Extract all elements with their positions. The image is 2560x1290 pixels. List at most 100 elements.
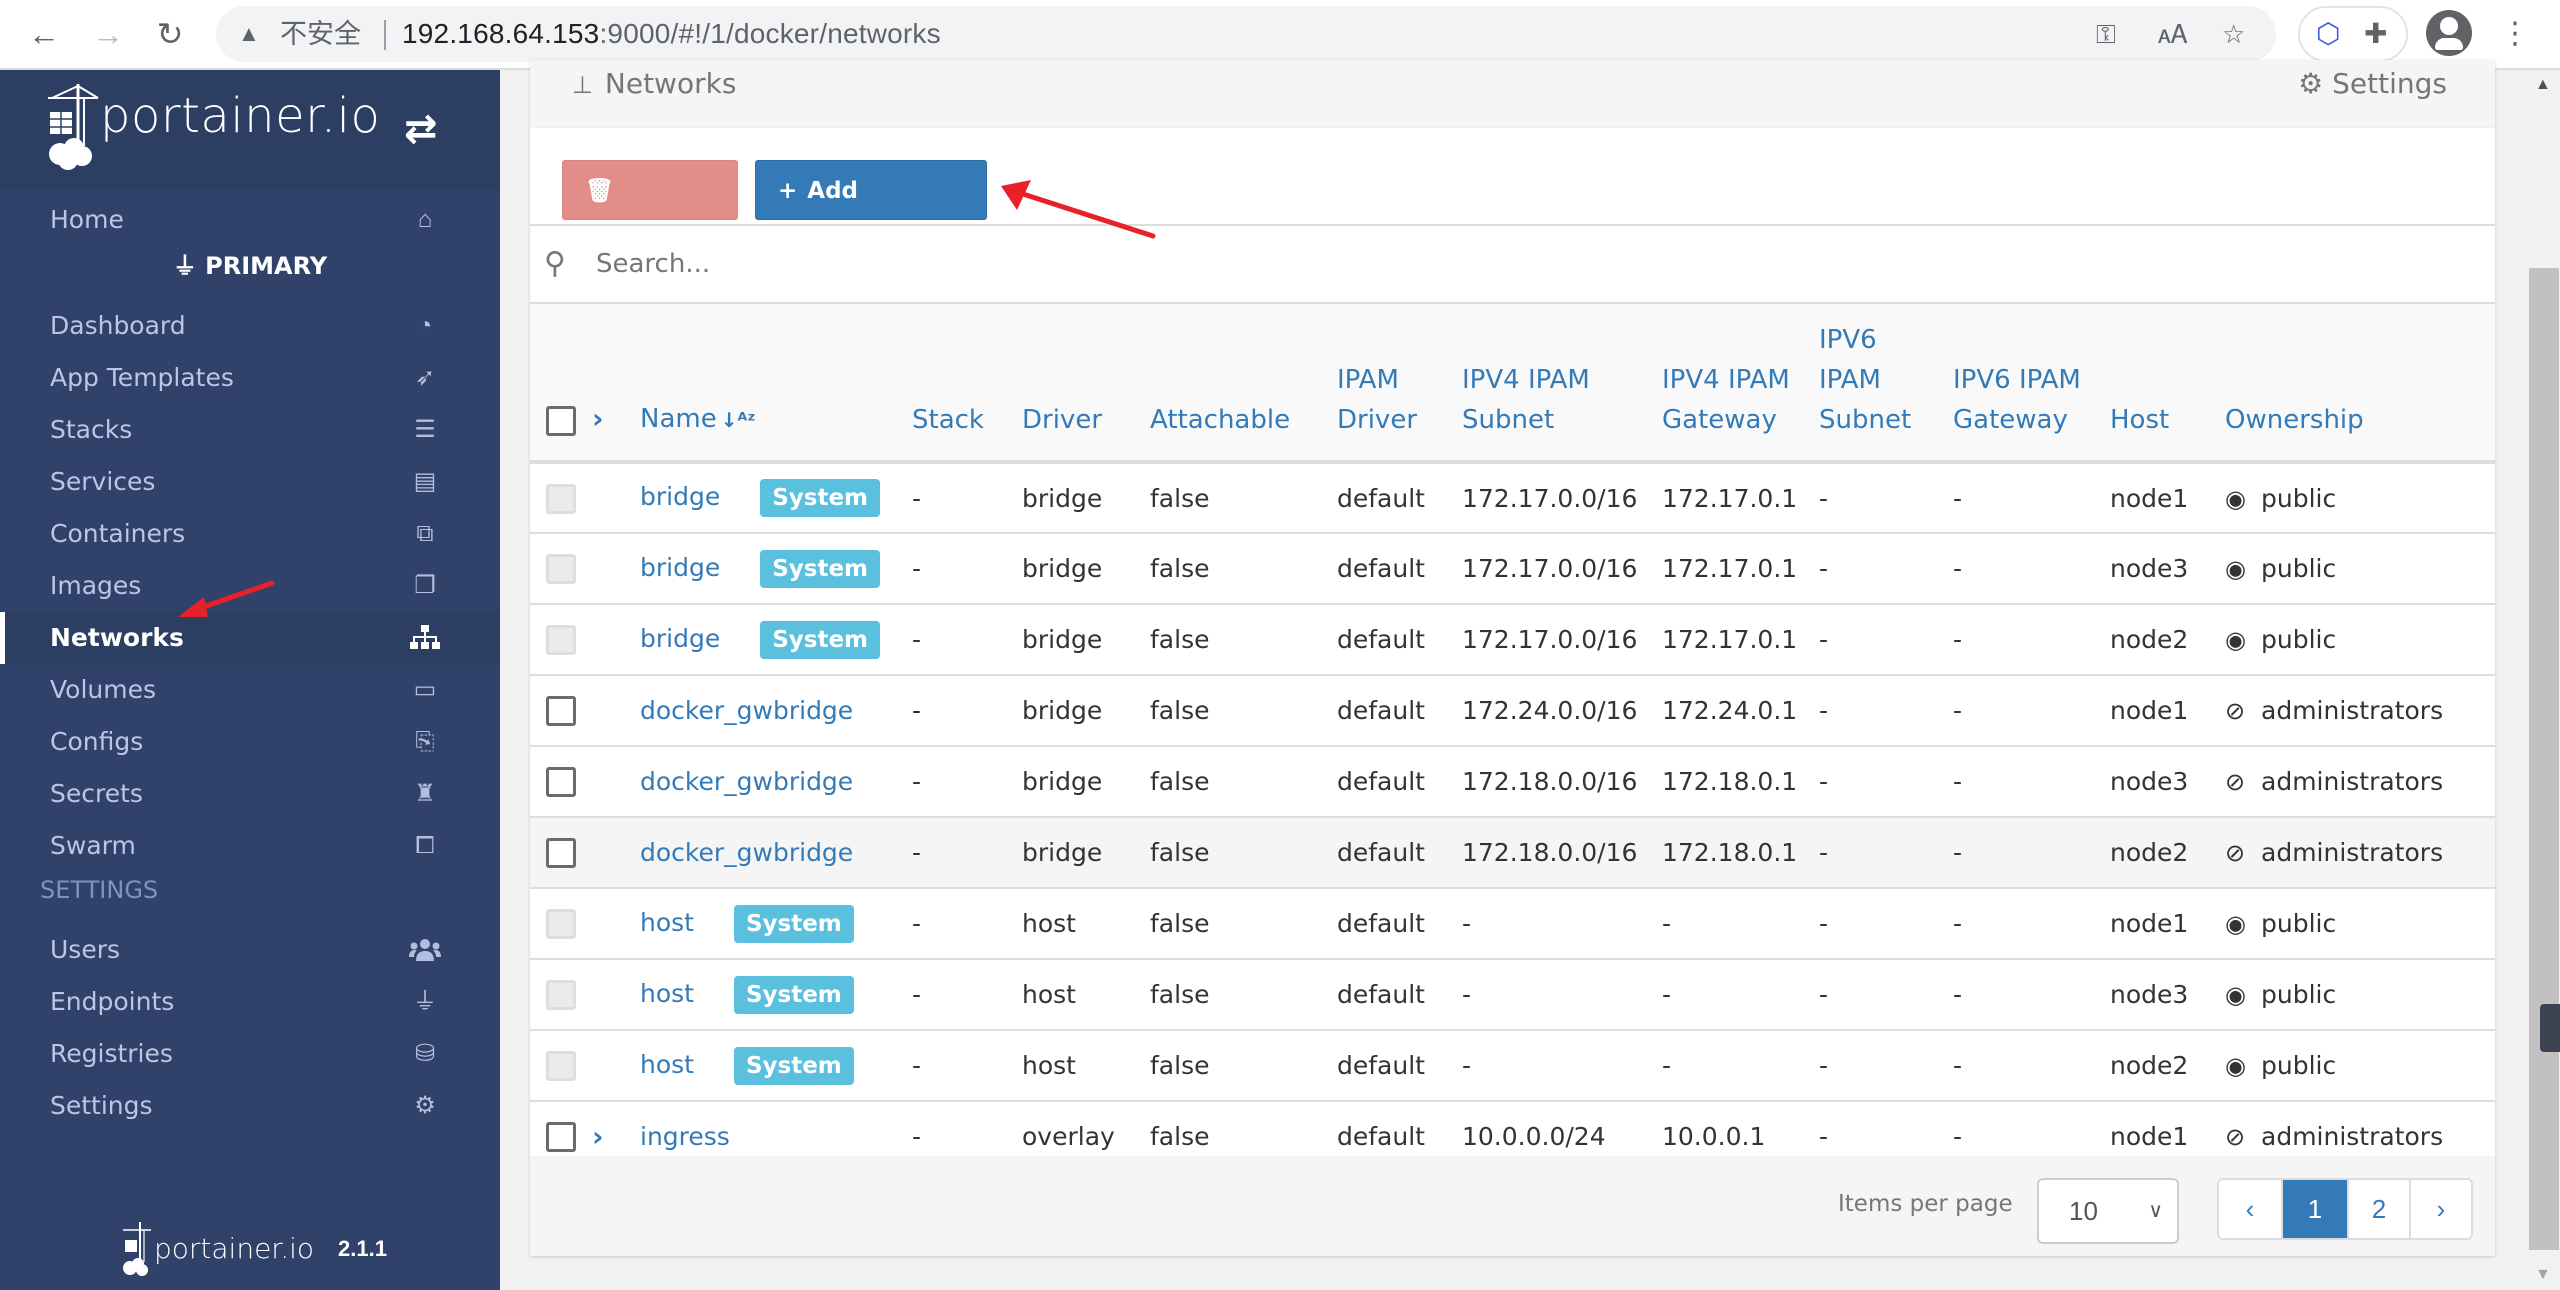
network-name-link[interactable]: docker_gwbridge bbox=[640, 696, 853, 725]
column-header-host[interactable]: Host bbox=[2104, 304, 2219, 462]
portainer-logo-icon[interactable] bbox=[48, 84, 100, 170]
column-header-ipam-driver[interactable]: IPAM Driver bbox=[1331, 304, 1456, 462]
sidebar-item-label: Dashboard bbox=[50, 311, 186, 340]
sidebar-item-users[interactable]: Users bbox=[0, 924, 500, 976]
sidebar-item-settings[interactable]: Settings ⚙ bbox=[0, 1080, 500, 1132]
network-name-link[interactable]: host bbox=[640, 1050, 694, 1079]
table-row[interactable]: bridge System - bridge false default 172.17.0.… bbox=[530, 462, 2495, 533]
cell-attachable: false bbox=[1150, 909, 1210, 938]
sidebar-item-home[interactable]: Home ⌂ bbox=[0, 194, 500, 246]
security-label[interactable]: 不安全 bbox=[280, 16, 361, 52]
network-name-link[interactable]: docker_gwbridge bbox=[640, 838, 853, 867]
sidebar-item-swarm[interactable]: Swarm ⧠ bbox=[0, 820, 500, 872]
row-checkbox[interactable] bbox=[546, 838, 576, 868]
row-checkbox[interactable] bbox=[546, 767, 576, 797]
row-checkbox[interactable] bbox=[546, 696, 576, 726]
sidebar-item-images[interactable]: Images ❐ bbox=[0, 560, 500, 612]
column-label: IPV6 IPAM Subnet bbox=[1819, 325, 1912, 435]
scrollbar-thumb[interactable] bbox=[2529, 268, 2559, 1250]
url-text[interactable]: 192.168.64.153:9000/#!/1/docker/networks bbox=[402, 16, 941, 52]
sidebar-item-registries[interactable]: Registries ⛁ bbox=[0, 1028, 500, 1080]
column-header-driver[interactable]: Driver bbox=[1016, 304, 1144, 462]
select-all-checkbox[interactable] bbox=[546, 405, 576, 436]
network-name-link[interactable]: bridge bbox=[640, 553, 720, 582]
profile-icon[interactable] bbox=[2426, 10, 2472, 56]
pagination-page-2[interactable]: 2 bbox=[2347, 1180, 2409, 1238]
expand-row-icon[interactable]: › bbox=[592, 1120, 604, 1153]
table-row[interactable]: host System - host false default - - - - node3 ◉ pub… bbox=[530, 959, 2495, 1030]
table-row[interactable]: host System - host false default - - - - node2 ◉ pub… bbox=[530, 1030, 2495, 1101]
pagination-prev[interactable]: ‹ bbox=[2219, 1180, 2281, 1238]
pagination-page-1[interactable]: 1 bbox=[2281, 1180, 2347, 1238]
network-name-link[interactable]: host bbox=[640, 908, 694, 937]
menu-icon[interactable]: ⋮ bbox=[2500, 14, 2530, 54]
extension-cube-icon[interactable]: ⬡ bbox=[2316, 16, 2340, 52]
cell-ownership: ◉ public bbox=[2219, 959, 2495, 1030]
items-per-page-select[interactable]: 10 ∨ bbox=[2037, 1178, 2179, 1244]
table-row[interactable]: bridge System - bridge false default 172.17.0.… bbox=[530, 533, 2495, 604]
sidebar-item-stacks[interactable]: Stacks ☰ bbox=[0, 404, 500, 456]
cell-ipv6-gateway: - bbox=[1953, 483, 1963, 513]
warning-icon[interactable]: ▲ bbox=[238, 16, 260, 52]
sitemap-icon bbox=[408, 622, 442, 660]
ownership-label: public bbox=[2261, 625, 2337, 654]
column-header-name[interactable]: Name ↓ᴬᶻ bbox=[634, 304, 906, 462]
eye-slash-icon: ⊘ bbox=[2225, 839, 2246, 867]
network-name-link[interactable]: host bbox=[640, 979, 694, 1008]
row-checkbox[interactable] bbox=[546, 1122, 576, 1152]
sidebar-item-containers[interactable]: Containers ⧉ bbox=[0, 508, 500, 560]
sidebar-item-app-templates[interactable]: App Templates ➶ bbox=[0, 352, 500, 404]
sidebar-item-endpoints[interactable]: Endpoints ⏚ bbox=[0, 976, 500, 1028]
table-row[interactable]: docker_gwbridge - bridge false default 172.18… bbox=[530, 817, 2495, 888]
scroll-up-icon[interactable]: ▲ bbox=[2535, 76, 2551, 94]
sidebar-item-services[interactable]: Services ▤ bbox=[0, 456, 500, 508]
column-header-ipv6-subnet[interactable]: IPV6 IPAM Subnet bbox=[1813, 304, 1947, 462]
reload-icon[interactable]: ↻ bbox=[150, 14, 190, 54]
column-label: Driver bbox=[1022, 405, 1103, 435]
floating-widget-icon[interactable] bbox=[2540, 1004, 2560, 1052]
sidebar-item-label: Services bbox=[50, 467, 156, 496]
scroll-down-icon[interactable]: ▼ bbox=[2535, 1266, 2551, 1284]
table-row[interactable]: host System - host false default - - - - node1 ◉ pub… bbox=[530, 888, 2495, 959]
sort-alpha-icon: ↓ᴬᶻ bbox=[720, 408, 756, 432]
key-icon[interactable]: ⚿ bbox=[2096, 16, 2116, 52]
network-name-link[interactable]: bridge bbox=[640, 482, 720, 511]
back-icon[interactable]: ← bbox=[24, 14, 64, 54]
search-input[interactable] bbox=[596, 240, 2446, 288]
table-row[interactable]: bridge System - bridge false default 172.17.0.… bbox=[530, 604, 2495, 675]
sidebar-item-label: Home bbox=[50, 205, 124, 234]
add-network-button[interactable]: + Add network bbox=[755, 160, 987, 264]
forward-icon[interactable]: → bbox=[88, 14, 128, 54]
sidebar-item-dashboard[interactable]: Dashboard ◔ bbox=[0, 300, 500, 352]
sidebar-item-networks[interactable]: Networks bbox=[0, 612, 500, 664]
sidebar-item-secrets[interactable]: Secrets ♜ bbox=[0, 768, 500, 820]
sidebar-item-volumes[interactable]: Volumes ▭ bbox=[0, 664, 500, 716]
toggle-sidebar-icon[interactable]: ⇄ bbox=[404, 104, 438, 154]
brand-name[interactable]: portainer.io bbox=[100, 88, 380, 144]
user-secret-icon: ♜ bbox=[414, 780, 436, 807]
translate-icon[interactable]: 🗚 bbox=[2158, 16, 2187, 52]
users-icon bbox=[408, 934, 442, 970]
column-header-stack[interactable]: Stack bbox=[906, 304, 1016, 462]
table-row[interactable]: docker_gwbridge - bridge false default 172.24… bbox=[530, 675, 2495, 746]
address-bar[interactable]: ▲ 不安全 192.168.64.153:9000/#!/1/docker/ne… bbox=[216, 6, 2276, 62]
table-row[interactable]: docker_gwbridge - bridge false default 172.18… bbox=[530, 746, 2495, 817]
column-header-ipv4-subnet[interactable]: IPV4 IPAM Subnet bbox=[1456, 304, 1656, 462]
page-scrollbar[interactable]: ▲ ▼ bbox=[2527, 70, 2560, 1290]
cell-ipam-driver: default bbox=[1337, 767, 1425, 796]
network-name-link[interactable]: bridge bbox=[640, 624, 720, 653]
column-header-attachable[interactable]: Attachable bbox=[1144, 304, 1331, 462]
remove-button[interactable]: 🗑Remove bbox=[562, 160, 738, 264]
table-settings-button[interactable]: ⚙ Settings bbox=[2298, 64, 2447, 104]
star-icon[interactable]: ☆ bbox=[2222, 16, 2245, 52]
pagination-next[interactable]: › bbox=[2409, 1180, 2471, 1238]
expand-all-icon[interactable]: › bbox=[592, 402, 604, 435]
puzzle-icon[interactable]: ✚ bbox=[2364, 16, 2387, 52]
column-header-ipv4-gateway[interactable]: IPV4 IPAM Gateway bbox=[1656, 304, 1813, 462]
column-header-ownership[interactable]: Ownership bbox=[2219, 304, 2495, 462]
network-name-link[interactable]: docker_gwbridge bbox=[640, 767, 853, 796]
cell-ipv6-gateway: - bbox=[1953, 625, 1963, 654]
sidebar-item-configs[interactable]: Configs ⎘ bbox=[0, 716, 500, 768]
column-header-ipv6-gateway[interactable]: IPV6 IPAM Gateway bbox=[1947, 304, 2104, 462]
network-name-link[interactable]: ingress bbox=[640, 1122, 730, 1151]
